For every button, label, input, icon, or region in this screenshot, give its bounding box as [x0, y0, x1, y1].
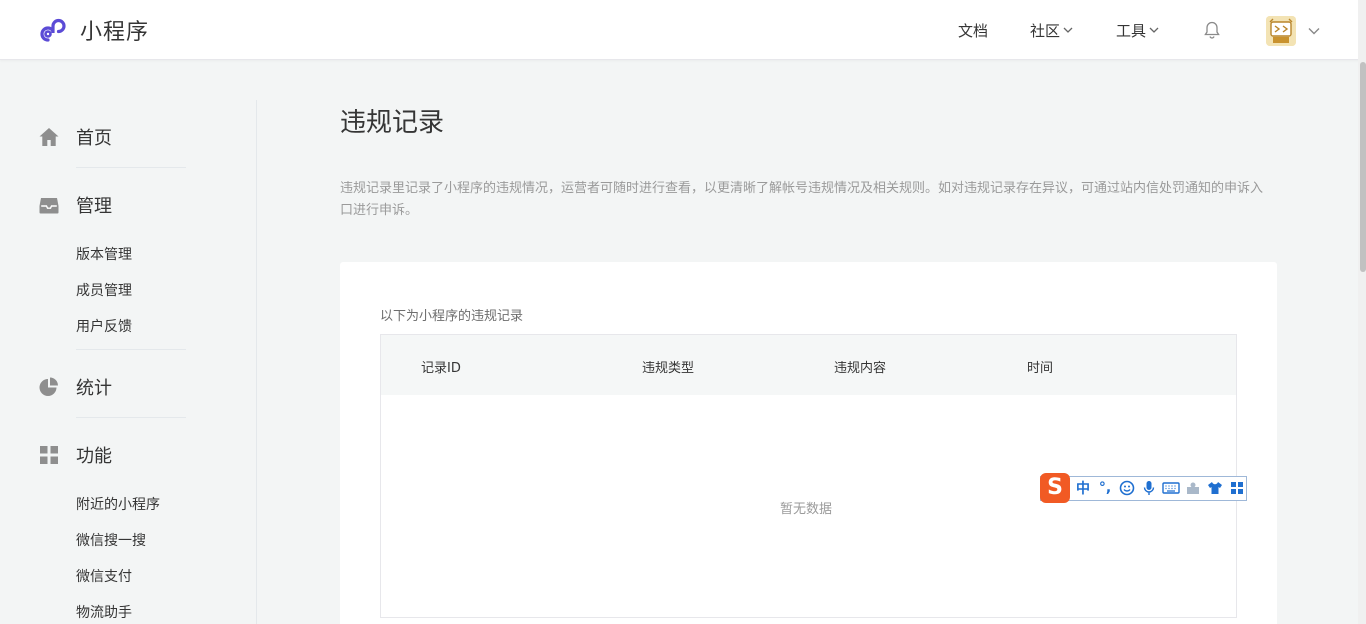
grid-icon [40, 446, 58, 464]
sidebar-item-label: 功能 [76, 446, 112, 467]
skin-shirt-icon[interactable] [1204, 478, 1226, 498]
sidebar-item-label: 统计 [76, 378, 112, 399]
inbox-icon [39, 198, 59, 214]
column-header-time: 时间 [1027, 361, 1054, 376]
sidebar-item-members[interactable]: 成员管理 [76, 280, 132, 300]
chevron-down-icon [1149, 27, 1159, 33]
page-title: 违规记录 [340, 108, 445, 138]
nav-tools[interactable]: 工具 [1116, 0, 1159, 60]
nav-docs[interactable]: 文档 [958, 0, 988, 60]
sidebar-item-label: 管理 [76, 196, 112, 217]
emoji-icon[interactable] [1116, 478, 1138, 498]
ime-mode-toggle[interactable]: 中 [1072, 478, 1094, 498]
avatar-image [1266, 16, 1296, 46]
column-header-type: 违规类型 [642, 361, 695, 376]
sidebar-item-features[interactable]: 功能 [38, 442, 112, 468]
ime-punctuation-toggle[interactable]: °, [1094, 478, 1116, 498]
chevron-down-icon[interactable] [1308, 26, 1320, 36]
nav-tools-label: 工具 [1116, 21, 1147, 40]
avatar[interactable] [1266, 16, 1296, 46]
nav-community-label: 社区 [1030, 21, 1061, 40]
sidebar-item-stats[interactable]: 统计 [38, 374, 112, 400]
sidebar-item-pay[interactable]: 微信支付 [76, 566, 132, 586]
home-icon [39, 128, 59, 146]
sidebar-item-logistics[interactable]: 物流助手 [76, 602, 132, 622]
sidebar-item-search[interactable]: 微信搜一搜 [76, 530, 146, 550]
column-header-content: 违规内容 [834, 361, 887, 376]
bell-icon[interactable] [1202, 20, 1222, 40]
sidebar-item-version[interactable]: 版本管理 [76, 244, 132, 264]
sidebar-item-label: 首页 [76, 128, 112, 149]
sidebar-item-feedback[interactable]: 用户反馈 [76, 316, 132, 336]
chevron-down-icon [1063, 27, 1073, 33]
divider [76, 167, 186, 168]
sidebar-item-nearby[interactable]: 附近的小程序 [76, 494, 160, 514]
page-description: 违规记录里记录了小程序的违规情况，运营者可随时进行查看，以更清晰了解帐号违规情况… [340, 181, 1264, 218]
sidebar-item-manage[interactable]: 管理 [38, 192, 112, 218]
microphone-icon[interactable] [1138, 478, 1160, 498]
nav-docs-label: 文档 [958, 21, 989, 40]
divider [76, 417, 186, 418]
sidebar-divider [256, 100, 257, 624]
keyboard-icon[interactable] [1160, 478, 1182, 498]
scrollbar-thumb[interactable] [1360, 62, 1366, 272]
menu-grid-icon[interactable] [1226, 478, 1248, 498]
toolbox-icon[interactable] [1182, 478, 1204, 498]
divider [76, 349, 186, 350]
miniprogram-logo-icon [40, 18, 66, 42]
ime-logo[interactable]: S [1040, 473, 1070, 503]
logo-text: 小程序 [80, 20, 150, 45]
empty-state-text: 暂无数据 [780, 502, 833, 517]
card-title: 以下为小程序的违规记录 [380, 309, 524, 324]
column-header-id: 记录ID [421, 361, 461, 376]
table-header: 记录ID 违规类型 违规内容 时间 [381, 335, 1236, 395]
nav-community[interactable]: 社区 [1030, 0, 1073, 60]
ime-toolbar-items: 中 °, [1072, 478, 1248, 498]
sidebar-item-home[interactable]: 首页 [38, 124, 112, 150]
top-header: 小程序 文档 社区 工具 [0, 0, 1366, 60]
pie-chart-icon [39, 377, 58, 396]
logo[interactable]: 小程序 [38, 14, 149, 46]
